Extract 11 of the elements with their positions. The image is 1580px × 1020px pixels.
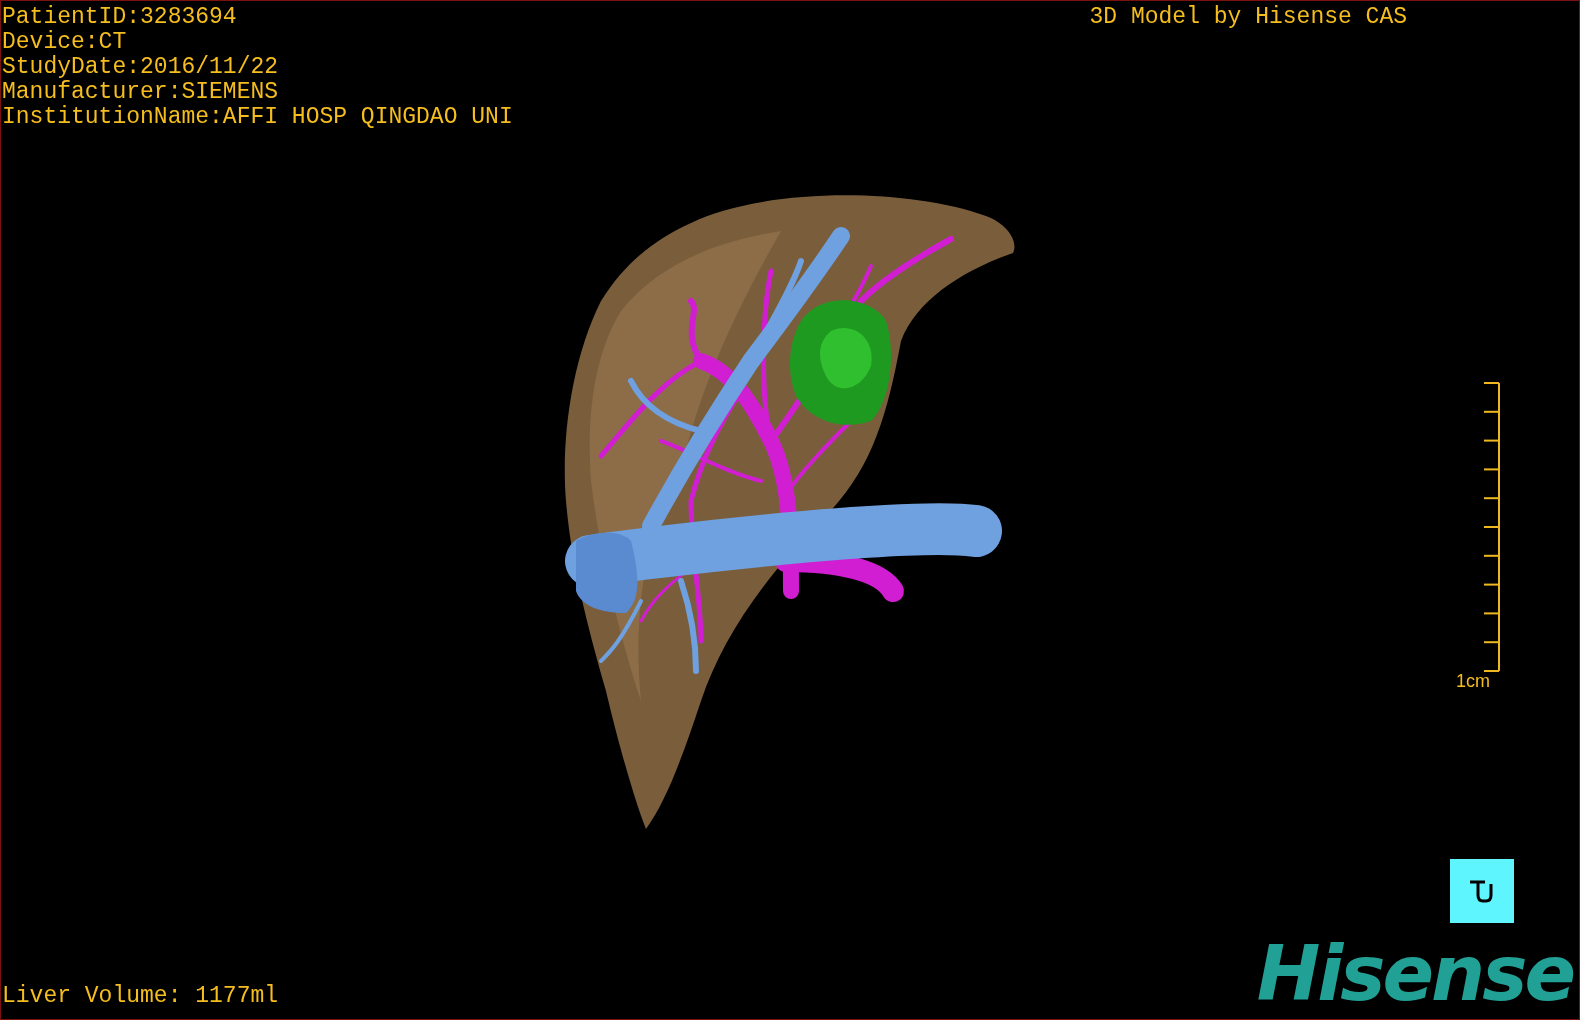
logo-text: Hisense bbox=[1256, 941, 1573, 1007]
patient-info-text: PatientID:3283694 bbox=[2, 5, 237, 30]
patient-info-text: InstitutionName:AFFI HOSP QINGDAO UNI bbox=[2, 105, 513, 130]
credit-text: 3D Model by Hisense CAS bbox=[1089, 5, 1407, 30]
liver-volume-text: Liver Volume: 1177ml bbox=[2, 984, 279, 1009]
patient-info-text: Device:CT bbox=[2, 30, 127, 55]
scale-label: 1cm bbox=[1456, 671, 1490, 692]
patient-info-text: Manufacturer:SIEMENS bbox=[2, 80, 279, 105]
tool-button[interactable] bbox=[1450, 859, 1514, 923]
probe-icon bbox=[1469, 879, 1495, 903]
patient-info-text: StudyDate:2016/11/22 bbox=[2, 55, 279, 80]
